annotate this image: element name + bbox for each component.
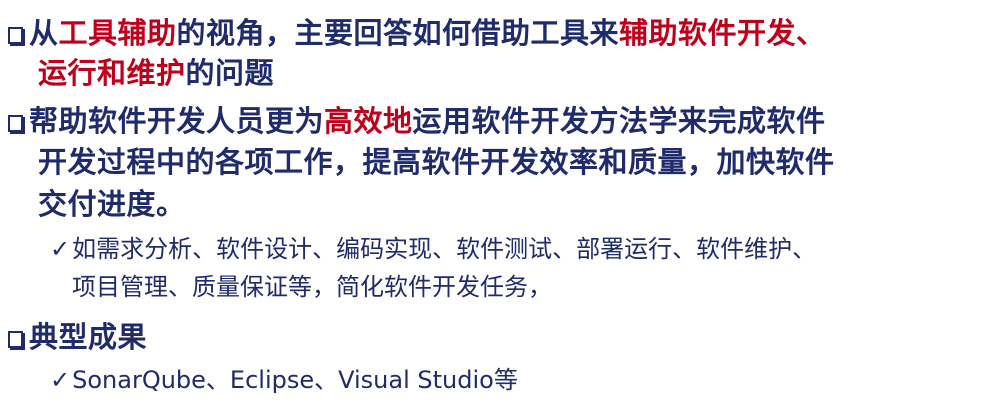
sub-bullet-1-line-1: ✓如需求分析、软件设计、编码实现、软件测试、部署运行、软件维护、 xyxy=(50,235,817,263)
highlight-text: 辅助软件开发、 xyxy=(619,16,826,50)
bullet-3-line-1: 典型成果 xyxy=(8,314,147,356)
hollow-square-icon xyxy=(8,331,23,348)
hollow-square-icon xyxy=(8,27,23,44)
sub-bullet-1-line-2: 项目管理、质量保证等，简化软件开发任务， xyxy=(72,273,552,301)
sub-bullet-2-line-1: ✓SonarQube、Eclipse、Visual Studio等 xyxy=(50,366,518,394)
hollow-square-icon xyxy=(8,115,23,132)
check-icon: ✓ xyxy=(50,235,71,263)
check-icon: ✓ xyxy=(50,366,71,394)
highlight-text: 高效地 xyxy=(324,104,413,138)
bullet-2-line-3: 交付进度。 xyxy=(38,187,186,221)
bullet-1-line-2: 运行和维护的问题 xyxy=(38,56,275,90)
highlight-text: 工具辅助 xyxy=(58,16,177,50)
bullet-1-line-1: 从工具辅助的视角，主要回答如何借助工具来辅助软件开发、 xyxy=(8,10,826,52)
bullet-2-line-2: 开发过程中的各项工作，提高软件开发效率和质量，加快软件 xyxy=(38,145,835,179)
bullet-2-line-1: 帮助软件开发人员更为高效地运用软件开发方法学来完成软件 xyxy=(8,98,826,140)
slide: 从工具辅助的视角，主要回答如何借助工具来辅助软件开发、 运行和维护的问题 帮助软… xyxy=(0,0,984,419)
highlight-text: 运行和维护 xyxy=(38,56,186,90)
